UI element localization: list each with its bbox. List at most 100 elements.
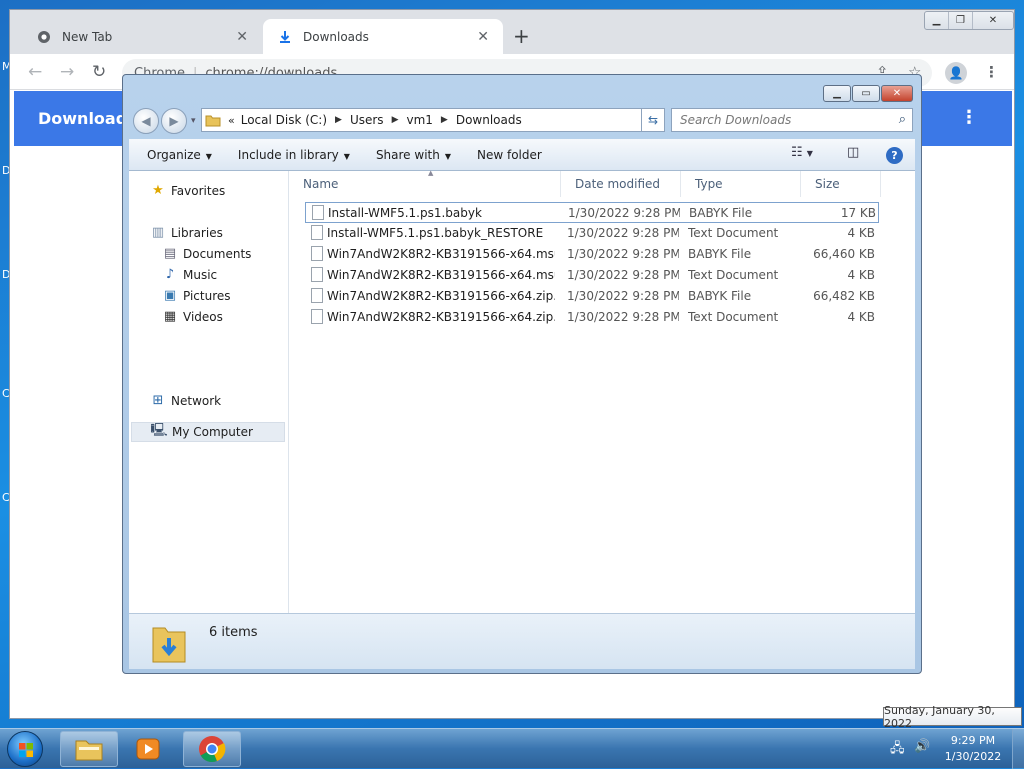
chevron-right-icon[interactable]: ▶ — [392, 115, 399, 125]
close-icon[interactable]: ✕ — [881, 85, 913, 102]
nav-item-favorites[interactable]: ★ Favorites — [149, 183, 225, 198]
search-placeholder: Search Downloads — [680, 113, 792, 127]
file-name: Install-WMF5.1.ps1.babyk — [328, 206, 482, 220]
minimize-icon[interactable]: ▁ — [823, 85, 851, 102]
preview-pane-icon[interactable]: ◫ — [847, 145, 859, 160]
search-input[interactable]: Search Downloads ⌕ — [671, 108, 913, 132]
share-with-button[interactable]: Share with ▼ — [376, 148, 451, 162]
new-folder-button[interactable]: New folder — [477, 148, 542, 162]
file-size: 66,482 KB — [813, 289, 875, 303]
close-tab-icon[interactable]: ✕ — [477, 29, 489, 45]
file-icon — [311, 309, 323, 324]
file-size: 17 KB — [840, 206, 876, 220]
column-header-size[interactable]: Size — [801, 171, 881, 197]
chrome-menu-icon[interactable]: ⋮ — [984, 63, 999, 81]
file-size: 4 KB — [847, 268, 875, 282]
forward-arrow-icon[interactable]: ▶ — [161, 108, 187, 134]
recent-locations-chevron-icon[interactable]: ▾ — [191, 116, 196, 126]
download-icon — [277, 29, 293, 45]
address-bar[interactable]: « Local Disk (C:) ▶ Users ▶ vm1 ▶ Downlo… — [201, 108, 665, 132]
column-header-type[interactable]: Type — [681, 171, 801, 197]
system-clock[interactable]: 9:29 PM 1/30/2022 — [936, 733, 1010, 765]
maximize-icon[interactable]: ▭ — [852, 85, 880, 102]
media-player-icon — [136, 738, 160, 760]
chrome-logo-icon — [199, 736, 226, 763]
file-row[interactable]: Win7AndW2K8R2-KB3191566-x64.msu.ba... 1/… — [305, 244, 879, 265]
file-type: BABYK File — [689, 206, 753, 220]
file-row[interactable]: Win7AndW2K8R2-KB3191566-x64.msu.ba... 1/… — [305, 265, 879, 286]
file-row[interactable]: Install-WMF5.1.ps1.babyk 1/30/2022 9:28 … — [305, 202, 879, 223]
back-arrow-icon[interactable]: ← — [28, 62, 42, 82]
organize-label: Organize — [147, 147, 201, 162]
command-bar: Organize ▼ Include in library ▼ Share with… — [129, 139, 915, 171]
nav-item-videos[interactable]: ▦ Videos — [161, 309, 223, 324]
column-header-date[interactable]: Date modified — [561, 171, 681, 197]
nav-item-documents[interactable]: ▤ Documents — [161, 246, 252, 261]
start-button[interactable] — [7, 731, 43, 767]
navigation-pane: ★ Favorites ▥ Libraries ▤ Documents ♪ Mu… — [129, 171, 289, 613]
overflow-chevron-icon[interactable]: « — [228, 114, 235, 127]
chevron-right-icon[interactable]: ▶ — [441, 115, 448, 125]
file-icon — [311, 267, 323, 282]
file-name: Install-WMF5.1.ps1.babyk_RESTORE — [327, 226, 544, 240]
pictures-icon: ▣ — [163, 288, 177, 303]
help-icon[interactable]: ? — [886, 147, 903, 164]
organize-button[interactable]: Organize ▼ — [147, 148, 212, 162]
nav-label: Music — [183, 267, 218, 282]
include-in-library-label: Include in library — [237, 147, 339, 162]
file-row[interactable]: Install-WMF5.1.ps1.babyk_RESTORE 1/30/20… — [305, 223, 879, 244]
tab-downloads[interactable]: Downloads ✕ — [263, 19, 503, 54]
file-size: 4 KB — [847, 226, 875, 240]
column-label: Name — [303, 177, 339, 191]
taskbar-media-player-button[interactable] — [120, 731, 176, 767]
tab-new-tab[interactable]: New Tab ✕ — [22, 19, 262, 54]
file-icon — [311, 288, 323, 303]
back-arrow-icon[interactable]: ◀ — [133, 108, 159, 134]
chevron-right-icon[interactable]: ▶ — [335, 115, 342, 125]
column-label: Type — [695, 177, 723, 191]
file-row[interactable]: Win7AndW2K8R2-KB3191566-x64.zip.bab... 1… — [305, 307, 879, 328]
breadcrumb-item[interactable]: vm1 — [406, 113, 432, 127]
new-tab-button[interactable]: + — [513, 24, 530, 48]
nav-item-libraries[interactable]: ▥ Libraries — [149, 225, 223, 240]
include-in-library-button[interactable]: Include in library ▼ — [238, 148, 350, 162]
nav-item-network[interactable]: ⊞ Network — [149, 393, 222, 408]
volume-icon[interactable]: 🔊 — [914, 739, 930, 754]
file-date: 1/30/2022 9:28 PM — [567, 310, 679, 324]
forward-arrow-icon[interactable]: → — [60, 62, 74, 82]
file-icon — [311, 225, 323, 240]
taskbar-chrome-button[interactable] — [183, 731, 241, 767]
windows-logo-icon — [19, 743, 33, 757]
network-tray-icon[interactable]: 🖧 — [890, 739, 905, 761]
date-tooltip: Sunday, January 30, 2022 — [883, 704, 1022, 730]
file-name: Win7AndW2K8R2-KB3191566-x64.msu.ba... — [327, 268, 555, 282]
column-header-name[interactable]: Name ▲ — [289, 169, 561, 197]
close-icon[interactable]: ✕ — [973, 12, 1013, 29]
file-icon — [312, 205, 324, 220]
breadcrumb-item[interactable]: Downloads — [456, 113, 522, 127]
new-folder-label: New folder — [477, 147, 542, 162]
nav-label: Documents — [183, 246, 252, 261]
close-tab-icon[interactable]: ✕ — [236, 29, 248, 45]
taskbar-explorer-button[interactable] — [60, 731, 118, 767]
minimize-icon[interactable]: ▁ — [925, 12, 949, 29]
more-actions-icon[interactable]: ⋮ — [960, 107, 978, 128]
refresh-icon[interactable]: ⇆ — [641, 108, 665, 132]
reload-icon[interactable]: ↻ — [92, 62, 106, 82]
view-options-icon[interactable]: ☷ ▼ — [791, 145, 813, 160]
nav-item-music[interactable]: ♪ Music — [161, 267, 217, 282]
nav-label: Favorites — [171, 183, 226, 198]
nav-item-my-computer[interactable]: 🖳 My Computer — [131, 422, 285, 442]
file-row[interactable]: Win7AndW2K8R2-KB3191566-x64.zip.bab... 1… — [305, 286, 879, 307]
libraries-icon: ▥ — [151, 225, 165, 240]
nav-label: Network — [171, 393, 222, 408]
show-desktop-button[interactable] — [1012, 729, 1024, 769]
file-date: 1/30/2022 9:28 PM — [568, 206, 680, 220]
breadcrumb-item[interactable]: Local Disk (C:) — [241, 113, 327, 127]
breadcrumb-item[interactable]: Users — [350, 113, 384, 127]
profile-avatar-icon[interactable]: 👤 — [945, 62, 967, 84]
file-type: BABYK File — [688, 247, 752, 261]
chrome-logo-icon — [36, 29, 52, 45]
restore-icon[interactable]: ❐ — [949, 12, 973, 29]
nav-item-pictures[interactable]: ▣ Pictures — [161, 288, 231, 303]
